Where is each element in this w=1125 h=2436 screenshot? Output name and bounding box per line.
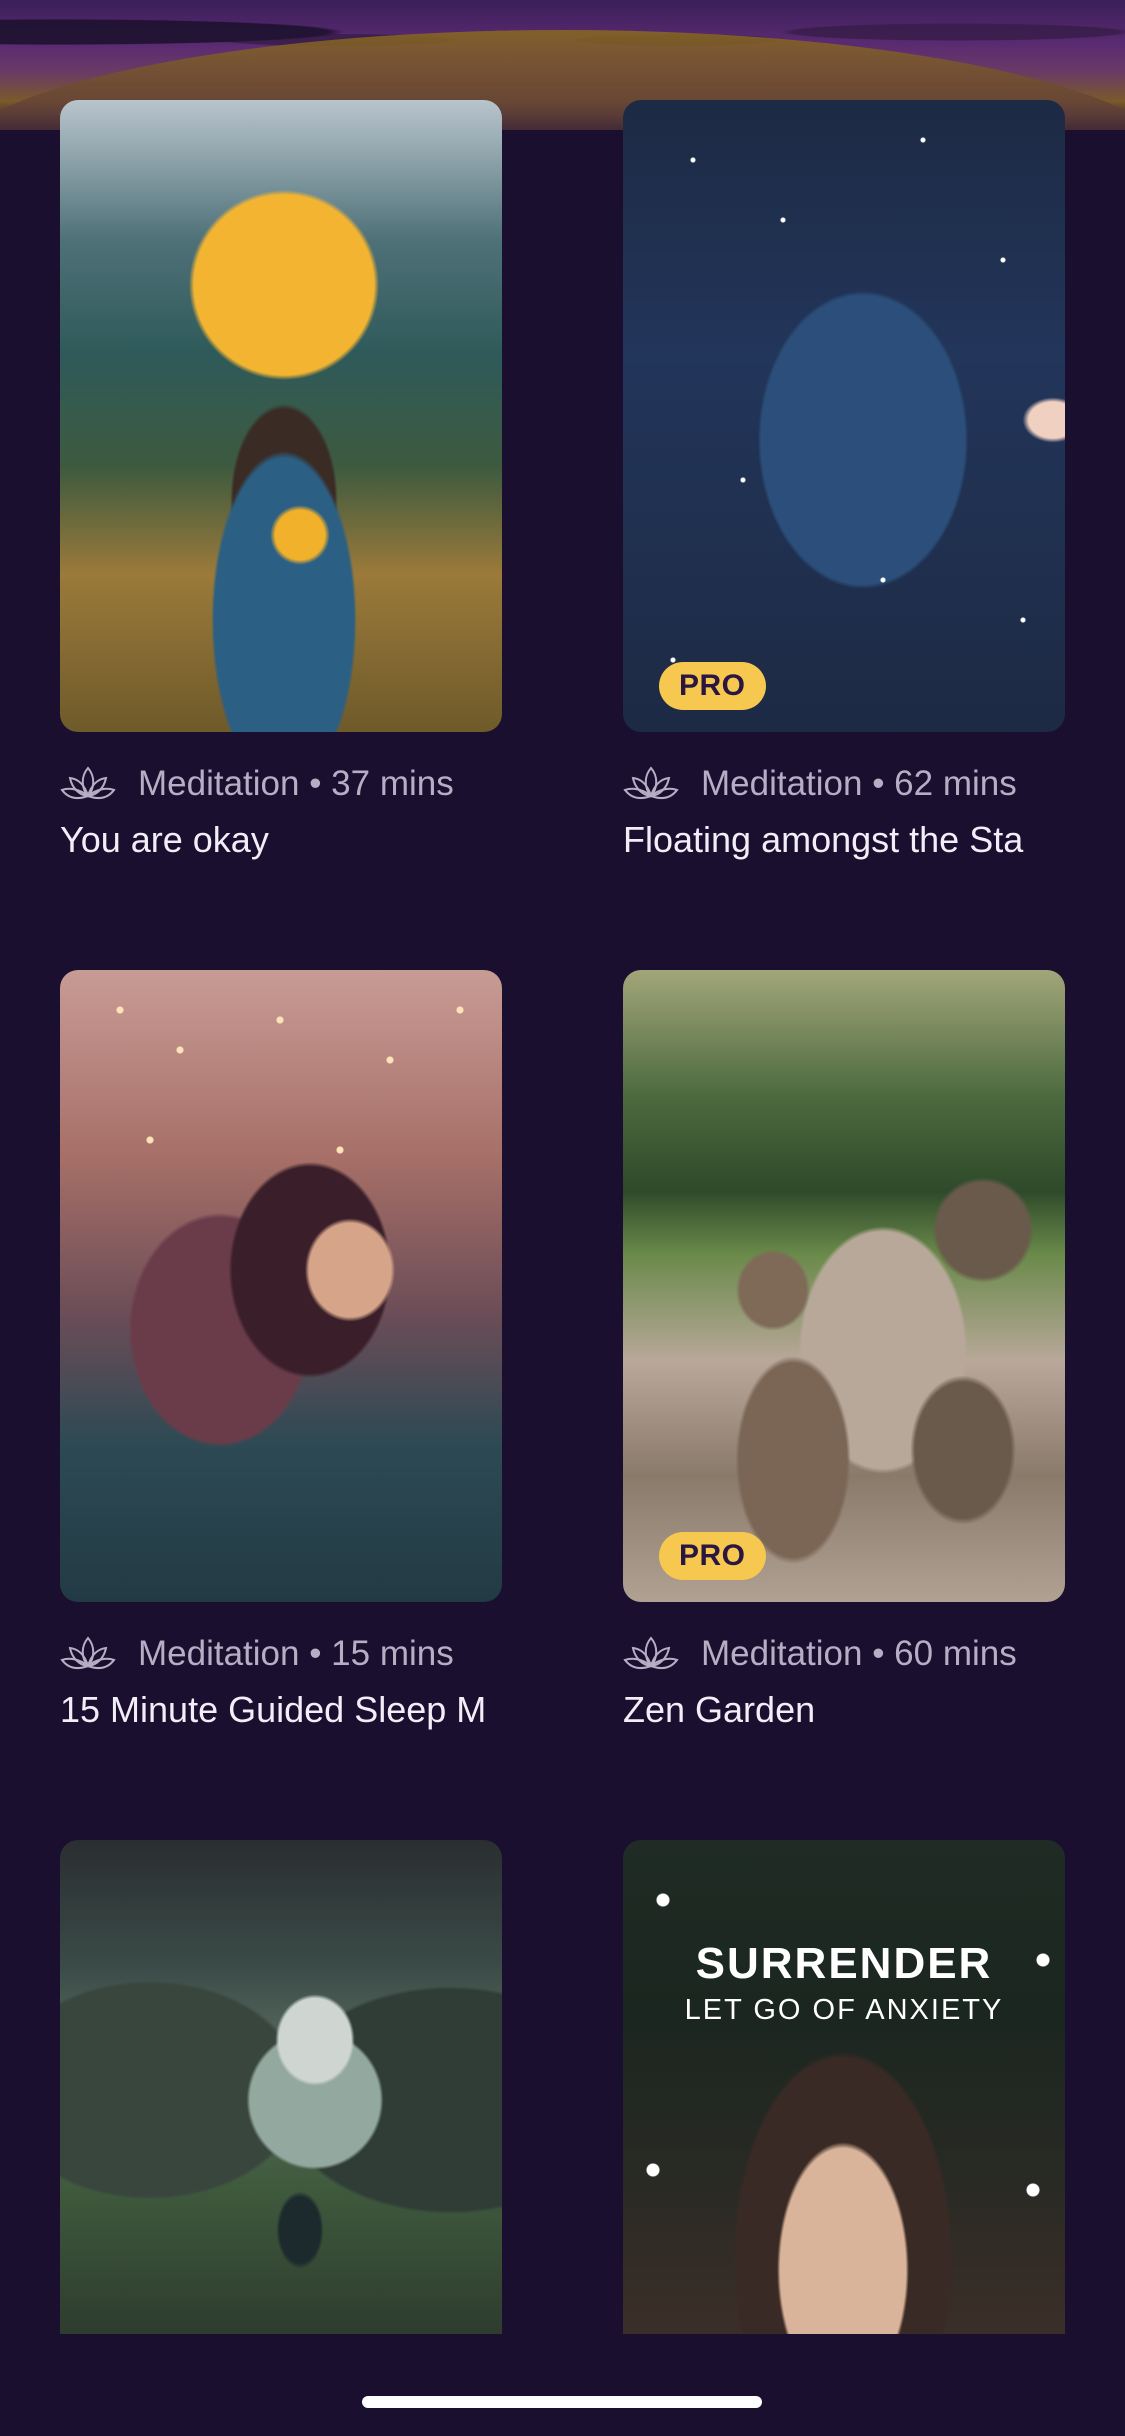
lotus-icon bbox=[623, 1636, 679, 1669]
card-artwork-text: SURRENDER LET GO OF ANXIETY bbox=[623, 1939, 1065, 2027]
pro-badge: PRO bbox=[659, 662, 766, 710]
artwork-title: SURRENDER bbox=[695, 1939, 993, 1988]
lotus-icon bbox=[623, 766, 679, 799]
lotus-icon bbox=[60, 1636, 116, 1669]
artwork-subtitle: LET GO OF ANXIETY bbox=[684, 1994, 1004, 2026]
card-you-are-okay[interactable] bbox=[60, 100, 502, 732]
card-title[interactable]: 15 Minute Guided Sleep M bbox=[60, 1685, 502, 1735]
card-meta: Meditation • 62 mins bbox=[623, 756, 1017, 812]
home-indicator[interactable] bbox=[362, 2396, 762, 2408]
card-meta-text: Meditation • 15 mins bbox=[138, 1634, 454, 1673]
card-meta: Meditation • 15 mins bbox=[60, 1626, 454, 1682]
card-surrender[interactable]: SURRENDER LET GO OF ANXIETY bbox=[623, 1840, 1065, 2334]
card-cave[interactable] bbox=[60, 1840, 502, 2334]
card-title[interactable]: Zen Garden bbox=[623, 1685, 1065, 1735]
lotus-icon bbox=[60, 766, 116, 799]
card-zen-garden[interactable]: PRO bbox=[623, 970, 1065, 1602]
card-title[interactable]: You are okay bbox=[60, 815, 502, 865]
card-meta-text: Meditation • 60 mins bbox=[701, 1634, 1017, 1673]
card-floating-stars[interactable]: PRO bbox=[623, 100, 1065, 732]
card-guided-sleep[interactable] bbox=[60, 970, 502, 1602]
screen: Meditation • 37 mins You are okay PRO Me… bbox=[0, 0, 1125, 2436]
card-meta-text: Meditation • 62 mins bbox=[701, 764, 1017, 803]
pro-badge: PRO bbox=[659, 1532, 766, 1580]
card-meta: Meditation • 37 mins bbox=[60, 756, 454, 812]
card-title[interactable]: Floating amongst the Sta bbox=[623, 815, 1065, 865]
card-meta-text: Meditation • 37 mins bbox=[138, 764, 454, 803]
card-meta: Meditation • 60 mins bbox=[623, 1626, 1017, 1682]
